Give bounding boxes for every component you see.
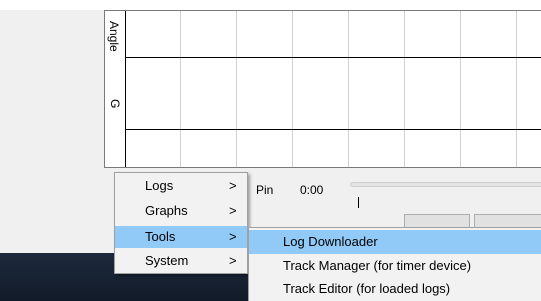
chevron-right-icon: > <box>229 229 237 244</box>
series-line-g <box>126 129 541 130</box>
menu-item-tools[interactable]: Tools > <box>115 226 247 248</box>
y-axis-strip: Angle G <box>105 11 125 167</box>
tools-submenu: Log Downloader Track Manager (for timer … <box>248 227 541 301</box>
menu-item-system[interactable]: System > <box>115 250 247 272</box>
menu-item-label: Graphs <box>145 203 188 218</box>
chevron-right-icon: > <box>229 178 237 193</box>
left-panel <box>0 10 104 253</box>
grid-line <box>292 11 293 167</box>
grid-line <box>404 11 405 167</box>
grid-line <box>516 11 517 167</box>
grid-line <box>236 11 237 167</box>
y-axis-label-g: G <box>108 99 122 109</box>
plot-area <box>126 11 541 167</box>
menu-item-logs[interactable]: Logs > <box>115 175 247 197</box>
window-top-area <box>0 0 541 10</box>
timeline-tick <box>358 197 359 208</box>
submenu-item-track-manager[interactable]: Track Manager (for timer device) <box>249 254 541 278</box>
submenu-item-log-downloader[interactable]: Log Downloader <box>249 230 541 254</box>
grid-line <box>460 11 461 167</box>
context-menu: Logs > Graphs > Tools > System > <box>114 172 248 274</box>
pin-label: Pin <box>256 183 274 197</box>
submenu-item-label: Log Downloader <box>283 234 378 249</box>
submenu-item-label: Track Editor (for loaded logs) <box>283 281 451 296</box>
chevron-right-icon: > <box>229 203 237 218</box>
menu-item-label: System <box>145 253 189 268</box>
grid-line <box>348 11 349 167</box>
submenu-item-track-editor[interactable]: Track Editor (for loaded logs) <box>249 277 541 301</box>
y-axis-label-angle: Angle <box>107 21 121 52</box>
timeline-slider[interactable] <box>350 182 541 187</box>
menu-item-graphs[interactable]: Graphs > <box>115 200 247 222</box>
series-line-angle <box>126 57 541 58</box>
grid-line <box>180 11 181 167</box>
graph-area: Angle G <box>104 10 541 168</box>
menu-item-label: Logs <box>145 178 174 193</box>
submenu-item-label: Track Manager (for timer device) <box>283 258 472 273</box>
chevron-right-icon: > <box>229 253 237 268</box>
menu-item-label: Tools <box>145 229 176 244</box>
time-display: 0:00 <box>300 183 324 197</box>
